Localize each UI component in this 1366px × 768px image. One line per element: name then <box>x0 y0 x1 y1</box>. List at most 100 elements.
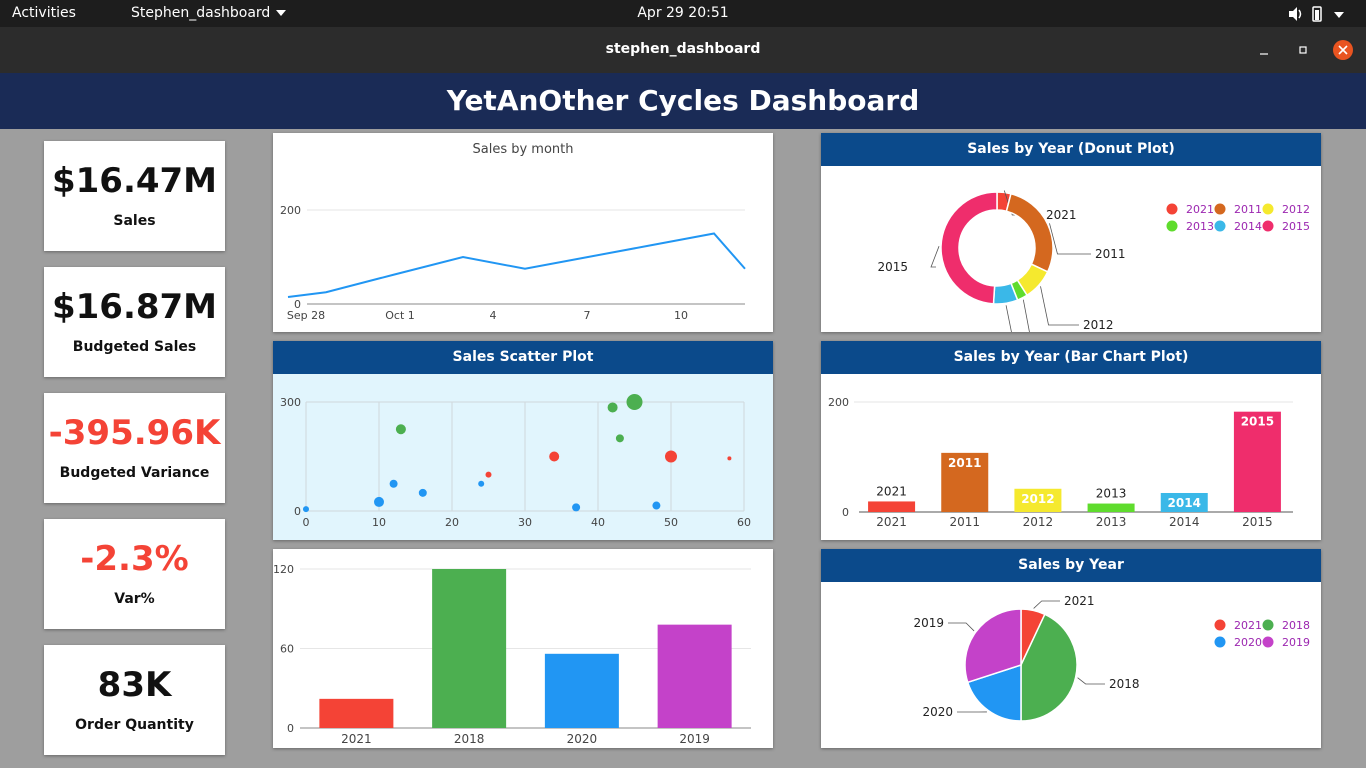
kpi-label: Order Quantity <box>75 717 194 733</box>
scatter-point <box>389 479 398 488</box>
legend-label: 2013 <box>1186 220 1214 233</box>
legend-label: 2014 <box>1234 220 1262 233</box>
legend-marker <box>1214 203 1226 215</box>
slice-label: 2020 <box>922 705 953 719</box>
slice-label: 2012 <box>1083 318 1114 332</box>
chevron-down-icon <box>1334 12 1344 18</box>
slice-label: 2011 <box>1095 247 1126 261</box>
legend-label: 2012 <box>1282 203 1310 216</box>
x-tick-label: 2019 <box>679 732 710 746</box>
leader-line <box>1077 677 1105 685</box>
legend-marker <box>1262 203 1274 215</box>
minimize-icon[interactable] <box>1254 40 1274 60</box>
bar-chart[interactable]: 0 60 120 2021 2018 2020 2019 <box>273 549 773 748</box>
leader-line <box>930 246 940 268</box>
battery-icon <box>1312 6 1322 22</box>
bar-chart[interactable]: 200 0 2021 2021 2011 2011 2012 2012 2013 2013 2014… <box>821 374 1321 540</box>
x-tick-label: 2012 <box>1023 515 1054 529</box>
legend-label: 2018 <box>1282 619 1310 632</box>
panel-title: Sales by Year <box>821 549 1321 582</box>
kpi-label: Var% <box>114 591 155 607</box>
x-tick-label: Oct 1 <box>385 309 415 322</box>
kpi-value: $16.87M <box>51 287 218 327</box>
panel-title: Sales Scatter Plot <box>273 341 773 374</box>
scatter-point <box>549 451 560 462</box>
sales-bar-panel: 0 60 120 2021 2018 2020 2019 <box>273 549 773 748</box>
kpi-card-order-quantity: 83K Order Quantity <box>44 645 225 755</box>
x-tick-label: 2014 <box>1169 515 1200 529</box>
y-tick-label: 60 <box>280 643 294 656</box>
bar <box>1087 503 1135 512</box>
data-label: 2014 <box>1168 496 1201 510</box>
scatter-point <box>395 424 406 435</box>
scatter-point <box>607 402 618 413</box>
bar <box>319 698 394 728</box>
y-tick-label: 0 <box>287 722 294 735</box>
scatter-point <box>727 456 732 461</box>
kpi-card-sales: $16.47M Sales <box>44 141 225 251</box>
data-label: 2012 <box>1021 492 1054 506</box>
y-tick-label: 200 <box>828 396 849 409</box>
window-title: stephen_dashboard <box>605 41 761 57</box>
maximize-icon[interactable] <box>1293 40 1313 60</box>
scatter-point <box>652 501 661 510</box>
dashboard-title: YetAnOther Cycles Dashboard <box>446 84 920 117</box>
scatter-point <box>303 506 309 513</box>
line-chart[interactable]: Sales by month0200Sep 28 Oct 1 4 7 10 <box>273 133 773 332</box>
kpi-card-budgeted-variance: -395.96K Budgeted Variance <box>44 393 225 503</box>
system-tray[interactable] <box>1286 5 1346 23</box>
x-tick-label: 4 <box>490 309 497 322</box>
x-tick-label: 2018 <box>454 732 485 746</box>
kpi-value: -395.96K <box>48 413 221 453</box>
legend-marker <box>1214 636 1226 648</box>
pie-chart[interactable]: 2021 2018 2020 2019 2021 2018 2020 2019 <box>821 582 1321 748</box>
bar <box>432 569 507 728</box>
donut-slice <box>1005 192 1054 273</box>
legend-label: 2021 <box>1186 203 1214 216</box>
x-tick-label: 10 <box>372 516 386 529</box>
legend-marker <box>1262 636 1274 648</box>
legend-label: 2019 <box>1282 636 1310 649</box>
dashboard-header: YetAnOther Cycles Dashboard <box>0 73 1366 129</box>
sales-by-month-panel: Sales by month 0 200 Sep 28 Oct 1 4 7 10 <box>273 133 773 332</box>
panel-title: Sales by Year (Bar Chart Plot) <box>821 341 1321 374</box>
system-top-bar: Activities Stephen_dashboard Apr 29 20:5… <box>0 0 1366 27</box>
scatter-point <box>626 394 643 410</box>
kpi-label: Sales <box>113 213 156 229</box>
scatter-point <box>478 480 485 487</box>
data-label: 2011 <box>948 456 981 470</box>
scatter-point <box>485 471 492 478</box>
chart-title: Sales by month <box>472 142 573 157</box>
leader-line <box>1049 223 1091 255</box>
y-tick-label: 0 <box>842 506 849 519</box>
leader-line <box>1005 305 1012 332</box>
scatter-point <box>665 450 677 463</box>
donut-slice <box>940 191 998 305</box>
scatter-chart[interactable]: 0 10 20 30 40 50 60 0 300 <box>273 374 773 540</box>
kpi-label: Budgeted Variance <box>59 465 210 481</box>
legend-label: 2011 <box>1234 203 1262 216</box>
data-label: 2015 <box>1241 415 1274 429</box>
bar-chart-plot-panel: Sales by Year (Bar Chart Plot) 200 0 2021 2… <box>821 341 1321 540</box>
kpi-value: 83K <box>97 665 172 705</box>
clock[interactable]: Apr 29 20:51 <box>0 5 1366 21</box>
x-tick-label: 0 <box>303 516 310 529</box>
x-tick-label: Sep 28 <box>287 309 325 322</box>
bar <box>868 501 916 512</box>
scatter-point <box>615 434 624 443</box>
leader-line <box>1033 600 1060 609</box>
legend-marker <box>1166 220 1178 232</box>
sales-scatter-panel: Sales Scatter Plot 0 10 20 30 40 50 60 0 300 <box>273 341 773 540</box>
donut-chart[interactable]: 2021201120122013201420152021201120122013… <box>821 166 1321 332</box>
x-tick-label: 30 <box>518 516 532 529</box>
y-tick-label: 200 <box>280 204 301 217</box>
scatter-point <box>572 503 581 512</box>
leader-line <box>1040 286 1079 326</box>
x-tick-label: 2021 <box>341 732 372 746</box>
x-tick-label: 50 <box>664 516 678 529</box>
kpi-label: Budgeted Sales <box>72 339 197 355</box>
close-icon[interactable] <box>1332 39 1354 61</box>
slice-label: 2021 <box>1064 594 1095 608</box>
slice-label: 2021 <box>1046 208 1077 222</box>
legend-marker <box>1214 619 1226 631</box>
